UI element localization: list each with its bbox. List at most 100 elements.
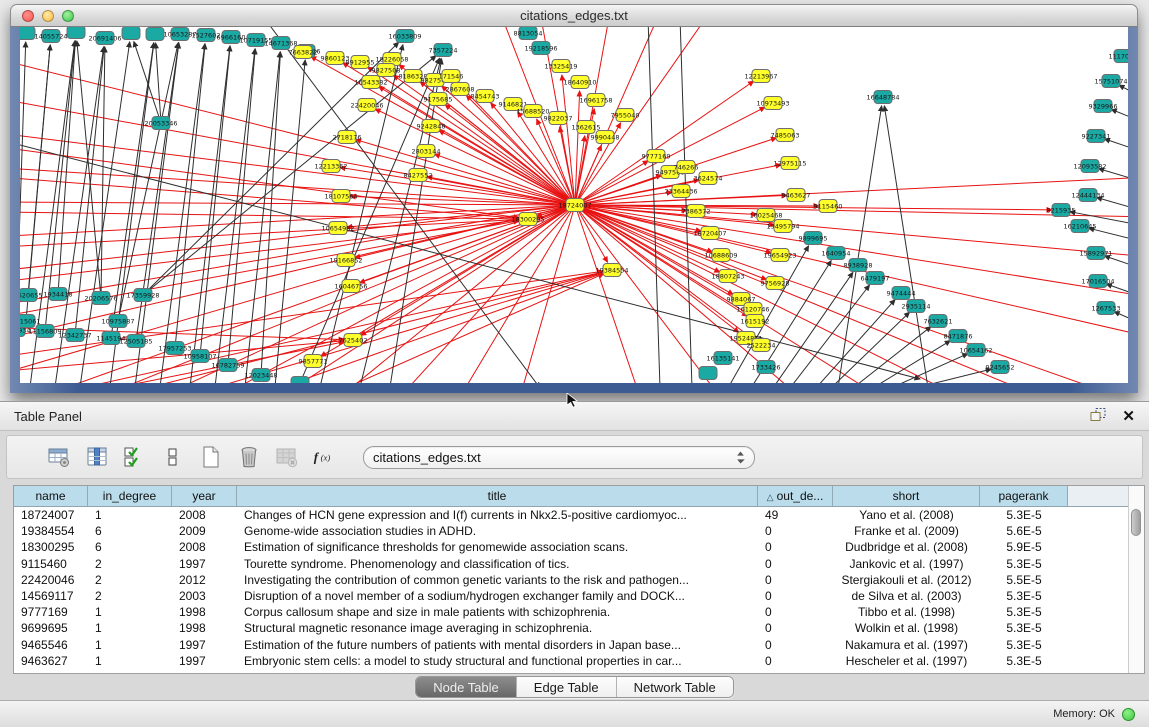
graph-node[interactable]: 8427552 bbox=[404, 169, 433, 182]
table-cell[interactable]: 9699695 bbox=[14, 620, 88, 636]
table-cell[interactable]: 2008 bbox=[172, 539, 237, 555]
table-cell[interactable]: Franke et al. (2009) bbox=[833, 523, 980, 539]
table-cell[interactable]: 5.3E-5 bbox=[980, 507, 1068, 523]
network-canvas[interactable]: 1405572420691406106532871527602696616010… bbox=[20, 27, 1128, 383]
table-cell[interactable]: 1 bbox=[88, 620, 172, 636]
table-row[interactable]: 1938455462009Genome-wide association stu… bbox=[14, 523, 1128, 539]
table-row[interactable]: 977716911998Corpus callosum shape and si… bbox=[14, 604, 1128, 620]
table-cell[interactable]: 5.3E-5 bbox=[980, 637, 1068, 653]
table-cell[interactable]: 49 bbox=[758, 507, 833, 523]
table-cell[interactable]: 0 bbox=[758, 620, 833, 636]
graph-node[interactable]: 10654982 bbox=[321, 222, 354, 235]
table-cell[interactable]: 5.3E-5 bbox=[980, 604, 1068, 620]
table-cell[interactable]: 1 bbox=[88, 604, 172, 620]
graph-node[interactable]: 16782759 bbox=[211, 359, 244, 372]
select-all-rows-icon[interactable] bbox=[121, 444, 149, 470]
minimize-window-button[interactable] bbox=[42, 10, 54, 22]
graph-node[interactable]: 9474444 bbox=[887, 287, 916, 300]
table-vertical-scrollbar[interactable] bbox=[1128, 486, 1144, 673]
close-window-button[interactable] bbox=[22, 10, 34, 22]
table-cell[interactable]: Investigating the contribution of common… bbox=[237, 572, 758, 588]
graph-node[interactable] bbox=[146, 28, 164, 41]
table-cell[interactable]: 2008 bbox=[172, 507, 237, 523]
table-cell[interactable]: 1997 bbox=[172, 653, 237, 669]
table-cell[interactable]: Structural magnetic resonance image aver… bbox=[237, 620, 758, 636]
table-cell[interactable]: Tourette syndrome. Phenomenology and cla… bbox=[237, 556, 758, 572]
graph-node[interactable]: 18640910 bbox=[563, 76, 596, 89]
table-mode-icon[interactable] bbox=[159, 444, 187, 470]
graph-node[interactable]: 7625402 bbox=[339, 334, 368, 347]
graph-node[interactable]: 12505185 bbox=[119, 335, 152, 348]
graph-node[interactable] bbox=[699, 367, 717, 380]
graph-node[interactable]: 9227341 bbox=[1082, 130, 1111, 143]
table-cell[interactable]: 2012 bbox=[172, 572, 237, 588]
table-cell[interactable]: 1998 bbox=[172, 620, 237, 636]
graph-node[interactable]: 746266 bbox=[674, 161, 699, 174]
table-cell[interactable]: 0 bbox=[758, 653, 833, 669]
graph-node[interactable]: 2935114 bbox=[902, 300, 931, 313]
table-cell[interactable]: 0 bbox=[758, 637, 833, 653]
table-cell[interactable]: Stergiakouli et al. (2012) bbox=[833, 572, 980, 588]
graph-node[interactable]: 7485063 bbox=[771, 129, 800, 142]
table-row[interactable]: 2242004622012Investigating the contribut… bbox=[14, 572, 1128, 588]
table-cell[interactable]: 18300295 bbox=[14, 539, 88, 555]
table-cell[interactable]: Corpus callosum shape and size in male p… bbox=[237, 604, 758, 620]
graph-node[interactable]: 23364436 bbox=[664, 185, 697, 198]
column-header-year[interactable]: year bbox=[172, 486, 237, 506]
table-cell[interactable]: 1 bbox=[88, 653, 172, 669]
graph-node[interactable]: 19166852 bbox=[329, 254, 362, 267]
table-cell[interactable]: Estimation of the future numbers of pati… bbox=[237, 637, 758, 653]
memory-status[interactable]: Memory: OK bbox=[1053, 708, 1135, 721]
table-cell[interactable]: Disruption of a novel member of a sodium… bbox=[237, 588, 758, 604]
graph-node[interactable]: 12093582 bbox=[1073, 160, 1106, 173]
table-cell[interactable]: 0 bbox=[758, 539, 833, 555]
graph-node[interactable]: 15892971 bbox=[1079, 247, 1112, 260]
table-cell[interactable]: 1997 bbox=[172, 637, 237, 653]
table-cell[interactable]: 5.3E-5 bbox=[980, 653, 1068, 669]
graph-node[interactable]: 9822037 bbox=[544, 112, 573, 125]
graph-node[interactable]: 12023448 bbox=[244, 369, 277, 382]
graph-node[interactable]: 2718176 bbox=[333, 131, 362, 144]
table-row[interactable]: 911546021997Tourette syndrome. Phenomeno… bbox=[14, 556, 1128, 572]
table-cell[interactable]: 0 bbox=[758, 556, 833, 572]
tab-node-table[interactable]: Node Table bbox=[416, 677, 516, 697]
graph-node[interactable]: 1733426 bbox=[752, 361, 781, 374]
table-row[interactable]: 1830029562008Estimation of significance … bbox=[14, 539, 1128, 555]
table-cell[interactable]: 1998 bbox=[172, 604, 237, 620]
graph-node[interactable]: 2522234 bbox=[747, 339, 776, 352]
graph-node[interactable]: 16135141 bbox=[706, 352, 739, 365]
column-header-in_degree[interactable]: in_degree bbox=[88, 486, 172, 506]
graph-node[interactable]: 19218596 bbox=[524, 42, 557, 55]
graph-node[interactable]: 9899695 bbox=[799, 232, 828, 245]
show-columns-icon[interactable] bbox=[83, 444, 111, 470]
table-cell[interactable]: 14569117 bbox=[14, 588, 88, 604]
table-cell[interactable]: 0 bbox=[758, 572, 833, 588]
float-panel-icon[interactable] bbox=[1089, 407, 1107, 426]
table-cell[interactable]: Tibbo et al. (1998) bbox=[833, 604, 980, 620]
table-cell[interactable]: 22420046 bbox=[14, 572, 88, 588]
graph-node[interactable]: 22420046 bbox=[350, 99, 383, 112]
table-cell[interactable]: 2 bbox=[88, 572, 172, 588]
table-cell[interactable]: Dudbridge et al. (2008) bbox=[833, 539, 980, 555]
tab-network-table[interactable]: Network Table bbox=[616, 677, 733, 697]
graph-node[interactable]: 7632621 bbox=[924, 315, 953, 328]
graph-node[interactable]: 10654162 bbox=[959, 344, 992, 357]
graph-node[interactable]: 8813054 bbox=[514, 27, 543, 40]
column-header-title[interactable]: title bbox=[237, 486, 758, 506]
graph-node[interactable]: 11156809 bbox=[28, 325, 61, 338]
graph-node[interactable]: 20206576 bbox=[84, 292, 117, 305]
table-cell[interactable]: Hescheler et al. (1997) bbox=[833, 653, 980, 669]
close-panel-icon[interactable]: ✕ bbox=[1122, 409, 1135, 424]
table-cell[interactable]: Estimation of significance thresholds fo… bbox=[237, 539, 758, 555]
table-cell[interactable]: de Silva et al. (2003) bbox=[833, 588, 980, 604]
graph-node[interactable]: 12444134 bbox=[1071, 189, 1104, 202]
graph-node[interactable]: 7357224 bbox=[429, 44, 458, 57]
graph-node[interactable]: 7386372 bbox=[682, 205, 711, 218]
column-header-name[interactable]: name bbox=[14, 486, 88, 506]
graph-node[interactable]: 16033809 bbox=[388, 30, 421, 43]
table-cell[interactable]: 9777169 bbox=[14, 604, 88, 620]
graph-node[interactable]: 8938928 bbox=[844, 259, 873, 272]
graph-node[interactable]: 12213967 bbox=[744, 70, 777, 83]
graph-node[interactable]: 18807243 bbox=[711, 270, 744, 283]
table-row[interactable]: 1872400712008Changes of HCN gene express… bbox=[14, 507, 1128, 523]
